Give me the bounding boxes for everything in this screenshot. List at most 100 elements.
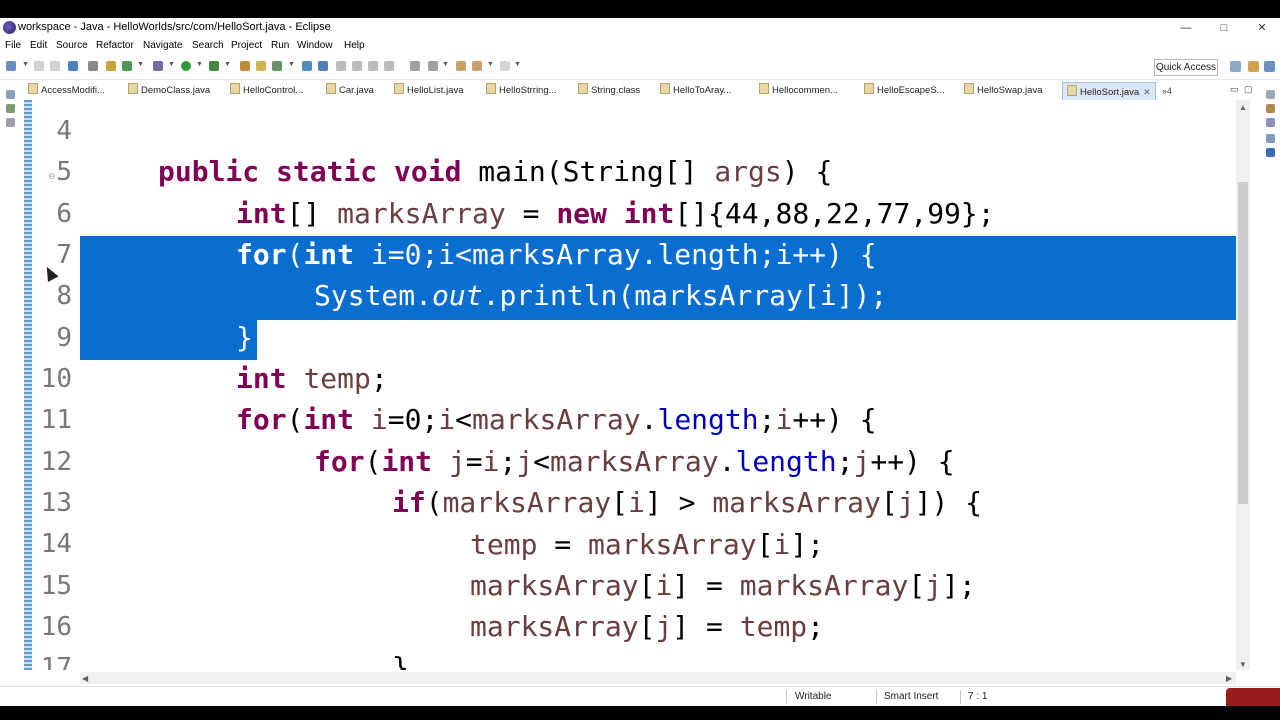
vertical-scrollbar-thumb[interactable]: [1238, 182, 1248, 504]
open-type-icon[interactable]: [240, 61, 250, 71]
editor-left-edge: [24, 100, 32, 670]
chevron-down-icon[interactable]: ▼: [487, 61, 494, 68]
tab-hello-list[interactable]: HelloList.java: [394, 82, 464, 100]
minimize-button[interactable]: —: [1166, 19, 1206, 37]
code-line-14[interactable]: temp = marksArray[i];: [470, 528, 824, 561]
search-icon[interactable]: [272, 61, 282, 71]
variable: marksArray: [470, 569, 639, 602]
code-line-10[interactable]: int temp;: [236, 362, 388, 395]
external-tools-icon[interactable]: [209, 61, 219, 71]
forward-icon[interactable]: [500, 61, 510, 71]
code-line-16[interactable]: marksArray[j] = temp;: [470, 610, 824, 643]
save-all-icon[interactable]: [50, 61, 60, 71]
menu-run[interactable]: Run: [271, 40, 289, 51]
code-line-17[interactable]: }: [392, 651, 409, 670]
maximize-view-icon[interactable]: ▢: [1244, 84, 1253, 95]
menu-window[interactable]: Window: [297, 40, 333, 51]
outline-icon[interactable]: [1266, 104, 1275, 113]
previous-annotation-icon[interactable]: [428, 61, 438, 71]
chevron-down-icon[interactable]: ▼: [22, 61, 29, 68]
task-list-icon[interactable]: [1266, 118, 1275, 127]
tab-string-class[interactable]: String.class: [578, 82, 640, 100]
new-icon[interactable]: [6, 61, 16, 71]
restore-icon[interactable]: [1266, 90, 1275, 99]
tab-overflow-button[interactable]: »4: [1162, 86, 1172, 96]
code-line-5[interactable]: public static void main(String[] args) {: [158, 155, 832, 188]
maximize-button[interactable]: □: [1204, 19, 1244, 37]
pin-icon[interactable]: [384, 61, 394, 71]
scroll-up-icon[interactable]: ▲: [1239, 103, 1247, 112]
run-icon[interactable]: [181, 61, 191, 71]
terminal-icon[interactable]: [68, 61, 78, 71]
chevron-down-icon[interactable]: ▼: [168, 61, 175, 68]
console-icon[interactable]: [1266, 148, 1275, 157]
open-folder-icon[interactable]: [256, 61, 266, 71]
tab-hello-to-aray[interactable]: HelloToAray...: [660, 82, 731, 100]
close-button[interactable]: ✕: [1242, 19, 1280, 37]
code-line-11[interactable]: for(int i=0;i<marksArray.length;i++) {: [236, 403, 877, 436]
menu-source[interactable]: Source: [56, 40, 88, 51]
close-tab-icon[interactable]: ✕: [1143, 87, 1151, 97]
minimize-view-icon[interactable]: ▭: [1230, 84, 1239, 95]
tab-access-modifiers[interactable]: AccessModifi...: [28, 82, 105, 100]
tab-hello-escape[interactable]: HelloEscapeS...: [864, 82, 945, 100]
tab-hello-comment[interactable]: Hellocommen...: [759, 82, 838, 100]
chevron-down-icon[interactable]: ▼: [137, 61, 144, 68]
chevron-down-icon[interactable]: ▼: [442, 61, 449, 68]
block-select-icon[interactable]: [336, 61, 346, 71]
java-file-icon: [864, 83, 874, 94]
menu-project[interactable]: Project: [231, 40, 262, 51]
chevron-down-icon[interactable]: ▼: [224, 61, 231, 68]
tab-hello-strring[interactable]: HelloStrring...: [486, 82, 557, 100]
next-annotation-icon[interactable]: [410, 61, 420, 71]
scroll-left-icon[interactable]: ◀: [82, 674, 88, 683]
menu-navigate[interactable]: Navigate: [143, 40, 182, 51]
quick-access-field[interactable]: Quick Access: [1154, 59, 1218, 76]
menu-edit[interactable]: Edit: [30, 40, 47, 51]
code-line-8[interactable]: System.out.println(marksArray[i]);: [314, 279, 887, 312]
java-perspective-icon[interactable]: [1264, 61, 1275, 72]
whitespace-icon[interactable]: [352, 61, 362, 71]
skip-breakpoints-icon[interactable]: [88, 61, 98, 71]
toggle-mark-icon[interactable]: [302, 61, 312, 71]
code-line-6[interactable]: int[] marksArray = new int[]{44,88,22,77…: [236, 197, 995, 230]
code-editor[interactable]: 4 5 6 7 8 9 10 11 12 13 14 15 16 17 publ…: [24, 100, 1236, 670]
menu-refactor[interactable]: Refactor: [96, 40, 134, 51]
horizontal-scrollbar[interactable]: [80, 672, 1236, 684]
tab-hello-control[interactable]: HelloControl...: [230, 82, 303, 100]
debug-icon[interactable]: [153, 61, 163, 71]
scroll-down-icon[interactable]: ▼: [1239, 660, 1247, 669]
chevron-down-icon[interactable]: ▼: [196, 61, 203, 68]
scroll-right-icon[interactable]: ▶: [1226, 674, 1232, 683]
restore-icon[interactable]: [6, 90, 15, 99]
build-icon[interactable]: [106, 61, 116, 71]
menu-help[interactable]: Help: [344, 40, 365, 51]
last-edit-icon[interactable]: [456, 61, 466, 71]
static-field: out: [432, 279, 483, 312]
menu-file[interactable]: File: [5, 40, 21, 51]
code-line-13[interactable]: if(marksArray[i] > marksArray[j]) {: [392, 486, 982, 519]
tab-car[interactable]: Car.java: [326, 82, 374, 100]
tab-hello-sort[interactable]: HelloSort.java ✕: [1062, 82, 1156, 101]
back-icon[interactable]: [472, 61, 482, 71]
problems-icon[interactable]: [1266, 134, 1275, 143]
package-explorer-icon[interactable]: [6, 104, 15, 113]
menu-search[interactable]: Search: [192, 40, 224, 51]
highlight-icon[interactable]: [318, 61, 328, 71]
chevron-down-icon[interactable]: ▼: [288, 61, 295, 68]
tab-demo-class[interactable]: DemoClass.java: [128, 82, 210, 100]
java-ee-perspective-icon[interactable]: [1248, 61, 1259, 72]
tab-hello-swap[interactable]: HelloSwap.java: [964, 82, 1042, 100]
chevron-down-icon[interactable]: ▼: [514, 61, 521, 68]
open-perspective-icon[interactable]: [1230, 61, 1241, 72]
code-line-9[interactable]: }: [236, 321, 253, 354]
screen-top-bar: [0, 0, 1280, 18]
fold-collapse-icon[interactable]: ⊖: [48, 171, 56, 182]
new-java-project-icon[interactable]: [122, 61, 132, 71]
save-icon[interactable]: [34, 61, 44, 71]
show-whitespace-icon[interactable]: [368, 61, 378, 71]
code-line-7[interactable]: for(int i=0;i<marksArray.length;i++) {: [236, 238, 877, 271]
code-line-12[interactable]: for(int j=i;j<marksArray.length;j++) {: [314, 445, 955, 478]
navigator-icon[interactable]: [6, 118, 15, 127]
code-line-15[interactable]: marksArray[i] = marksArray[j];: [470, 569, 976, 602]
